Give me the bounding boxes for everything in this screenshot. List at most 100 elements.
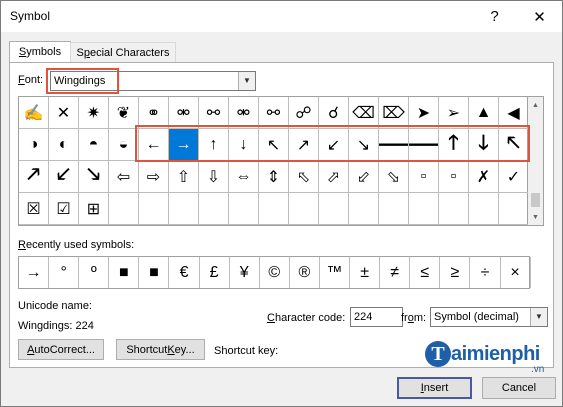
- symbol-cell[interactable]: ✍: [19, 97, 49, 129]
- symbol-cell[interactable]: [199, 193, 229, 225]
- symbol-cell[interactable]: 🡑: [439, 129, 469, 161]
- symbol-cell[interactable]: ⚯: [259, 97, 289, 129]
- symbol-cell[interactable]: ↙: [319, 129, 349, 161]
- close-button[interactable]: ✕: [517, 1, 562, 32]
- symbol-cell[interactable]: 🡒: [409, 129, 439, 161]
- recent-symbol-cell[interactable]: £: [200, 257, 230, 288]
- symbol-cell[interactable]: ⚭: [139, 97, 169, 129]
- scroll-thumb[interactable]: [531, 193, 540, 207]
- symbol-cell[interactable]: 🡕: [19, 161, 49, 193]
- recent-symbol-cell[interactable]: ®: [290, 257, 320, 288]
- symbol-cell[interactable]: ◒: [109, 129, 139, 161]
- symbol-cell[interactable]: 🡐: [379, 129, 409, 161]
- symbol-cell[interactable]: ❦: [109, 97, 139, 129]
- symbol-cell[interactable]: ⇔: [229, 161, 259, 193]
- symbol-cell[interactable]: ✕: [49, 97, 79, 129]
- symbol-cell[interactable]: ◀: [499, 97, 529, 129]
- tab-special-characters[interactable]: Special Characters: [70, 42, 176, 62]
- chevron-down-icon[interactable]: ▼: [530, 308, 547, 326]
- symbol-cell[interactable]: [409, 193, 439, 225]
- symbol-cell[interactable]: ⬃: [349, 161, 379, 193]
- symbol-cell[interactable]: [139, 193, 169, 225]
- symbol-cell[interactable]: ⊞: [79, 193, 109, 225]
- symbol-cell[interactable]: →: [169, 129, 199, 161]
- symbol-cell[interactable]: ▫: [439, 161, 469, 193]
- symbol-cell[interactable]: ➤: [409, 97, 439, 129]
- symbol-cell[interactable]: [469, 193, 499, 225]
- symbol-cell[interactable]: ↖: [259, 129, 289, 161]
- symbol-cell[interactable]: [349, 193, 379, 225]
- symbol-cell[interactable]: [259, 193, 289, 225]
- symbol-cell[interactable]: ▲: [469, 97, 499, 129]
- recent-symbol-cell[interactable]: ©: [260, 257, 290, 288]
- symbol-cell[interactable]: [379, 193, 409, 225]
- recent-symbol-cell[interactable]: ■: [139, 257, 170, 288]
- symbol-cell[interactable]: ⇨: [139, 161, 169, 193]
- tab-symbols[interactable]: Symbols: [9, 41, 71, 64]
- recent-symbol-cell[interactable]: ■: [109, 257, 140, 288]
- symbol-cell[interactable]: ☒: [19, 193, 49, 225]
- symbol-cell[interactable]: ↘: [349, 129, 379, 161]
- character-code-input[interactable]: 224: [350, 307, 403, 327]
- symbol-cell[interactable]: ↑: [199, 129, 229, 161]
- scroll-down-icon[interactable]: ▼: [528, 209, 543, 225]
- cancel-button[interactable]: Cancel: [482, 377, 556, 399]
- symbol-cell[interactable]: ☍: [289, 97, 319, 129]
- recent-symbol-cell[interactable]: ¥: [230, 257, 260, 288]
- symbol-grid-scrollbar[interactable]: ▲ ▼: [528, 96, 544, 226]
- symbol-cell[interactable]: 🡖: [79, 161, 109, 193]
- recent-symbol-cell[interactable]: ™: [320, 257, 351, 288]
- symbol-cell[interactable]: 🡔: [499, 129, 529, 161]
- symbol-cell[interactable]: ◑: [19, 129, 49, 161]
- symbol-cell[interactable]: ✓: [499, 161, 529, 193]
- recent-symbol-cell[interactable]: ×: [501, 257, 531, 288]
- recent-symbol-cell[interactable]: →: [19, 257, 50, 288]
- symbol-cell[interactable]: ▫: [409, 161, 439, 193]
- font-select[interactable]: Wingdings ▼: [50, 71, 256, 91]
- symbol-cell[interactable]: 🡗: [49, 161, 79, 193]
- symbol-cell[interactable]: ◓: [79, 129, 109, 161]
- symbol-cell[interactable]: ◐: [49, 129, 79, 161]
- recent-symbol-cell[interactable]: ±: [350, 257, 381, 288]
- symbol-cell[interactable]: ⬂: [379, 161, 409, 193]
- symbol-cell[interactable]: ⇕: [259, 161, 289, 193]
- recent-symbol-cell[interactable]: ≠: [380, 257, 411, 288]
- recent-symbol-cell[interactable]: ≥: [440, 257, 471, 288]
- recent-symbol-cell[interactable]: €: [169, 257, 200, 288]
- symbol-cell[interactable]: ⬀: [319, 161, 349, 193]
- symbol-cell[interactable]: [499, 193, 529, 225]
- chevron-down-icon[interactable]: ▼: [238, 72, 255, 90]
- scroll-up-icon[interactable]: ▲: [528, 97, 543, 113]
- symbol-cell[interactable]: ⚮: [229, 97, 259, 129]
- symbol-cell[interactable]: ⇦: [109, 161, 139, 193]
- symbol-cell[interactable]: ☑: [49, 193, 79, 225]
- symbol-cell[interactable]: ✷: [79, 97, 109, 129]
- symbol-cell[interactable]: ↗: [289, 129, 319, 161]
- symbol-cell[interactable]: ✗: [469, 161, 499, 193]
- symbol-cell[interactable]: ⚯: [199, 97, 229, 129]
- symbol-cell[interactable]: ⇩: [199, 161, 229, 193]
- symbol-cell[interactable]: [109, 193, 139, 225]
- shortcut-key-button[interactable]: Shortcut Key...: [116, 339, 205, 360]
- recent-symbol-cell[interactable]: ≤: [410, 257, 441, 288]
- symbol-cell[interactable]: ↓: [229, 129, 259, 161]
- symbol-cell[interactable]: [319, 193, 349, 225]
- symbol-cell[interactable]: ⇧: [169, 161, 199, 193]
- symbol-cell[interactable]: ←: [139, 129, 169, 161]
- symbol-cell[interactable]: ☌: [319, 97, 349, 129]
- symbol-cell[interactable]: ⚮: [169, 97, 199, 129]
- recent-symbol-cell[interactable]: °: [49, 257, 80, 288]
- symbol-cell[interactable]: [229, 193, 259, 225]
- autocorrect-button[interactable]: AutoCorrect...: [18, 339, 104, 360]
- symbol-cell[interactable]: [169, 193, 199, 225]
- help-button[interactable]: ?: [472, 1, 517, 32]
- from-select[interactable]: Symbol (decimal) ▼: [430, 307, 548, 327]
- insert-button[interactable]: Insert: [397, 377, 472, 399]
- symbol-cell[interactable]: ⌫: [349, 97, 379, 129]
- symbol-cell[interactable]: ⬁: [289, 161, 319, 193]
- symbol-cell[interactable]: ➢: [439, 97, 469, 129]
- recent-symbol-cell[interactable]: º: [79, 257, 110, 288]
- symbol-cell[interactable]: 🡓: [469, 129, 499, 161]
- symbol-cell[interactable]: [289, 193, 319, 225]
- recent-symbol-cell[interactable]: ÷: [470, 257, 501, 288]
